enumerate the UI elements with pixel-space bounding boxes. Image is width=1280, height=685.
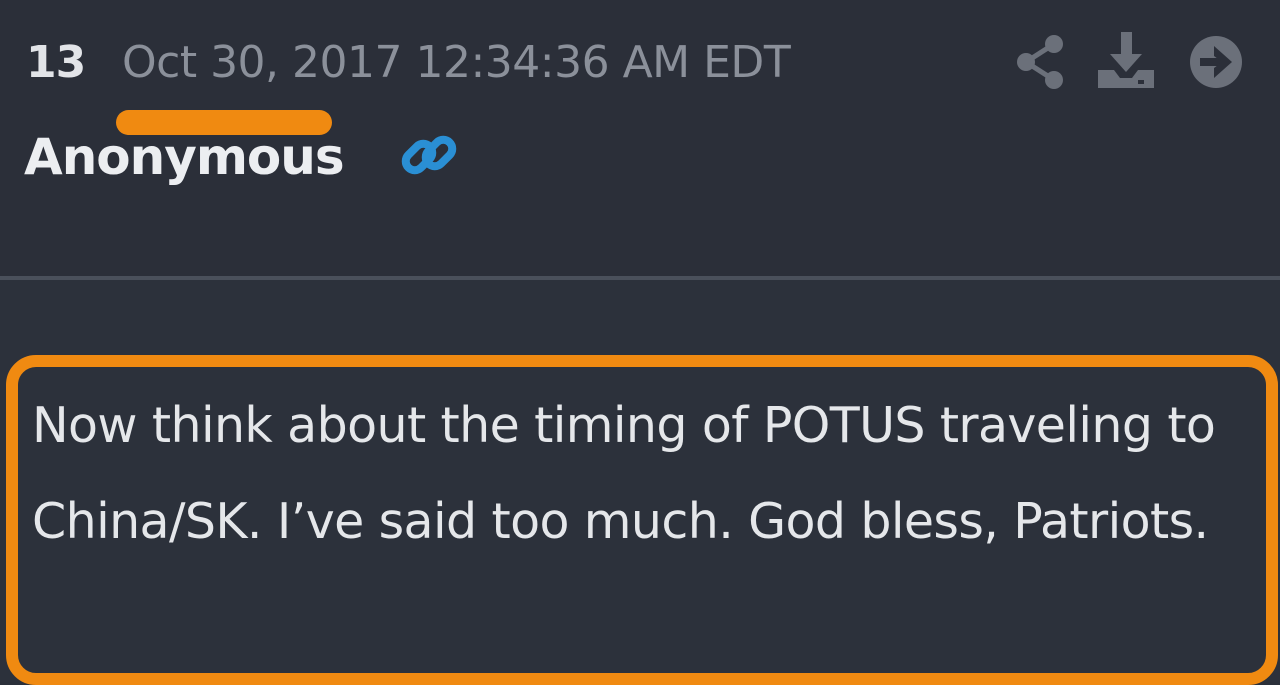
arrow-right-circle-icon[interactable]	[1184, 30, 1248, 94]
post-timestamp: Oct 30, 2017 12:34:36 AM EDT	[122, 37, 791, 88]
share-icon[interactable]	[1008, 30, 1072, 94]
post-message: Now think about the timing of POTUS trav…	[32, 397, 1216, 550]
link-icon[interactable]	[398, 130, 462, 186]
author-name: Anonymous	[24, 128, 345, 186]
post-header: 13 Oct 30, 2017 12:34:36 AM EDT Anonymou…	[0, 0, 1280, 278]
post-number[interactable]: 13	[26, 36, 86, 90]
download-icon[interactable]	[1094, 30, 1158, 94]
post-actions	[1008, 30, 1248, 94]
